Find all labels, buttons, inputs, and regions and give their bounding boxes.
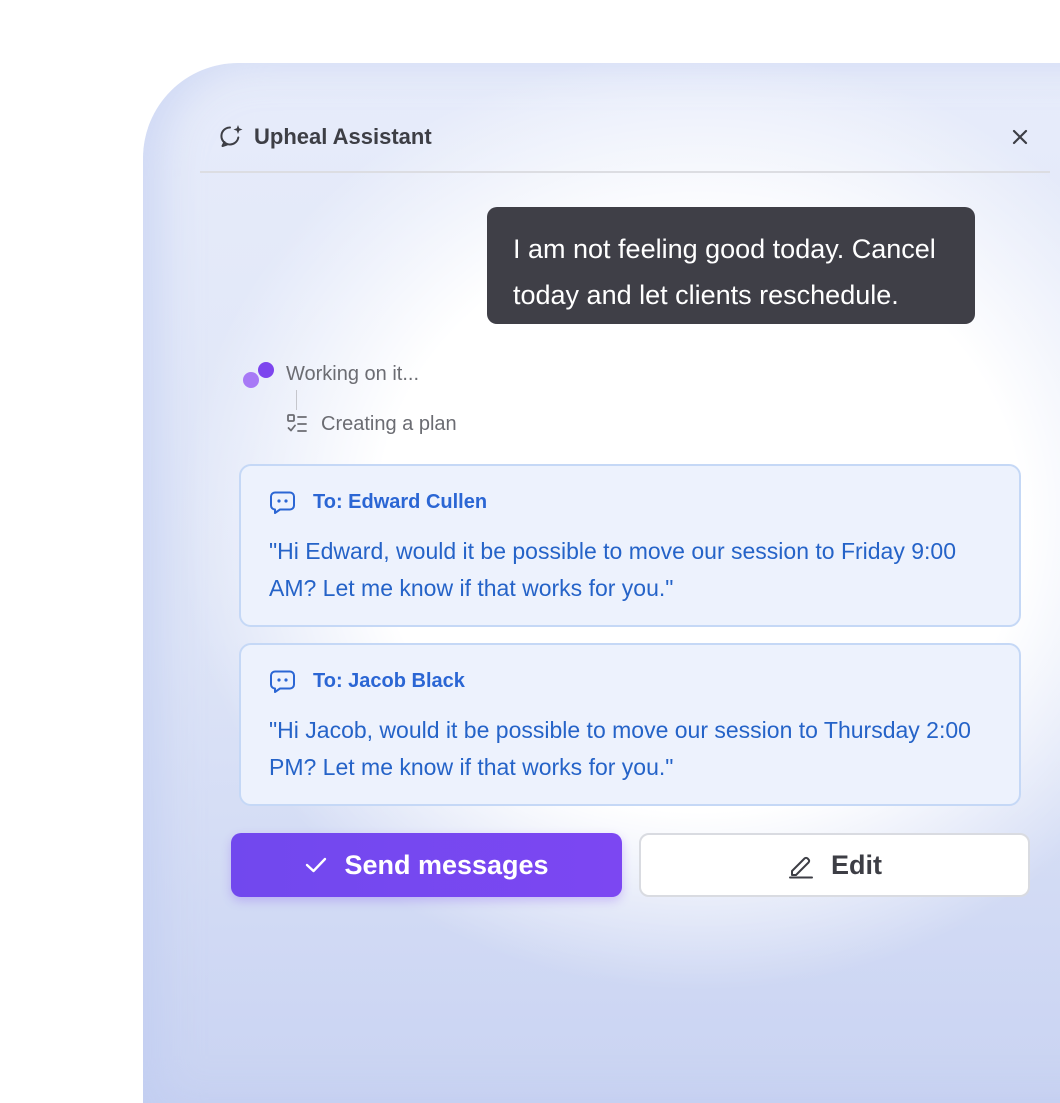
message-recipient: To: Jacob Black xyxy=(313,670,465,692)
message-body: "Hi Jacob, would it be possible to move … xyxy=(269,717,971,780)
message-bubble-icon xyxy=(270,670,295,693)
check-icon xyxy=(306,857,327,873)
message-card-jacob: To: Jacob Black "Hi Jacob, would it be p… xyxy=(239,643,1021,806)
pencil-icon xyxy=(789,856,813,879)
assistant-thinking-icon xyxy=(243,362,274,388)
close-icon[interactable] xyxy=(1009,126,1031,148)
send-messages-button[interactable]: Send messages xyxy=(231,833,622,897)
working-status-text: Working on it... xyxy=(286,363,420,385)
step-connector xyxy=(296,390,297,410)
message-bubble-icon xyxy=(270,491,295,514)
edit-button[interactable]: Edit xyxy=(639,833,1030,897)
send-messages-label: Send messages xyxy=(344,850,549,880)
assistant-panel: Upheal Assistant I am not feeling good t… xyxy=(143,63,1060,1103)
assistant-title: Upheal Assistant xyxy=(254,124,432,149)
edit-label: Edit xyxy=(831,850,882,880)
assistant-header: Upheal Assistant xyxy=(200,63,1050,173)
sparkle-chat-icon xyxy=(220,125,243,147)
message-card-edward: To: Edward Cullen "Hi Edward, would it b… xyxy=(239,464,1021,627)
checklist-icon xyxy=(287,414,307,432)
message-body: "Hi Edward, would it be possible to move… xyxy=(269,538,957,601)
user-message-bubble: I am not feeling good today. Cancel toda… xyxy=(487,207,975,324)
plan-step-text: Creating a plan xyxy=(321,413,457,435)
message-recipient: To: Edward Cullen xyxy=(313,491,488,513)
